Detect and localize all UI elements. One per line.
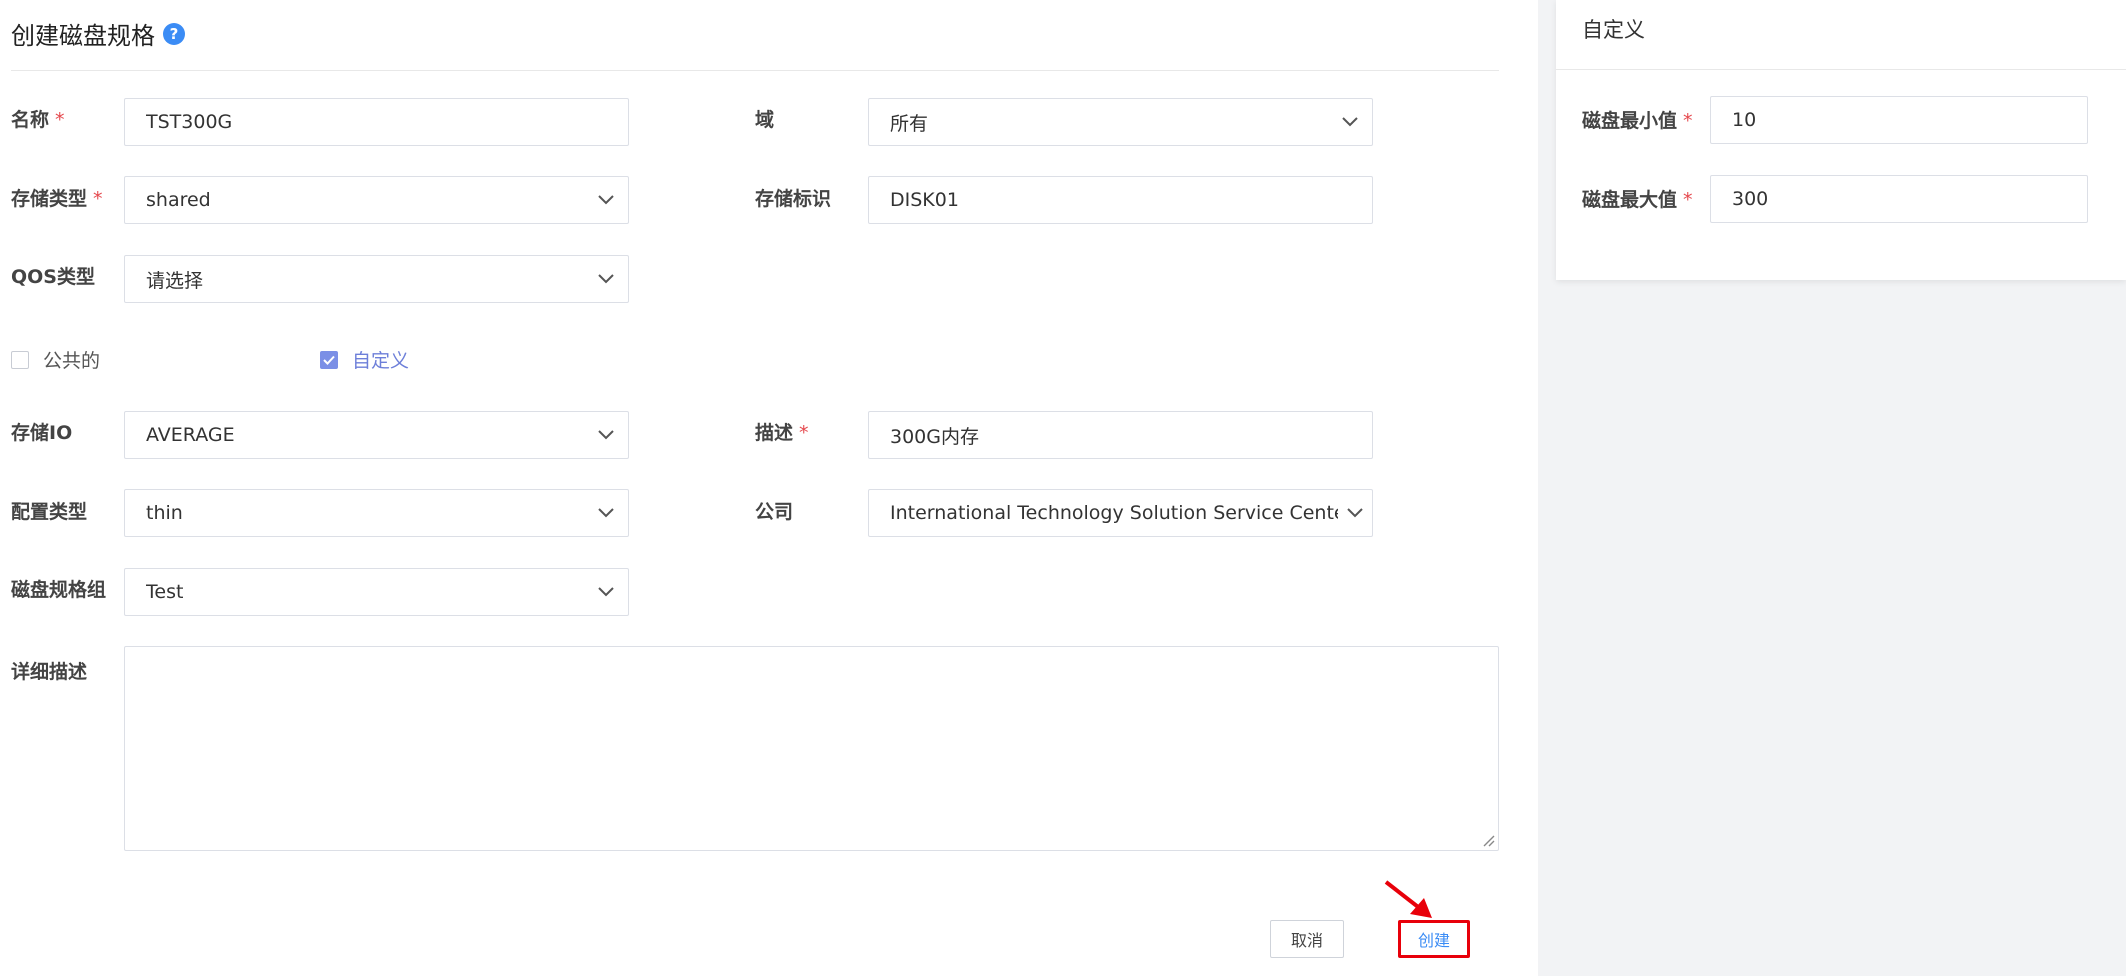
provision-type-label: 配置类型 — [11, 501, 88, 523]
required-mark: * — [1683, 110, 1693, 132]
storage-tag-input[interactable]: DISK01 — [868, 176, 1373, 224]
required-mark: * — [1683, 189, 1693, 211]
custom-panel-divider — [1556, 69, 2126, 70]
name-input[interactable]: TST300G — [124, 98, 629, 146]
public-checkbox[interactable]: 公共的 — [11, 346, 100, 373]
chevron-down-icon — [584, 412, 628, 458]
qos-type-label: QOS类型 — [11, 266, 95, 288]
disk-max-input[interactable]: 300 — [1710, 175, 2088, 223]
storage-type-label: 存储类型 * — [11, 188, 103, 210]
custom-panel-title: 自定义 — [1582, 18, 1645, 42]
required-mark: * — [55, 109, 65, 131]
create-disk-spec-form: 创建磁盘规格 ? 名称 * TST300G 域 所有 存储类型 * shared 存… — [0, 0, 1538, 976]
resize-grip-icon[interactable] — [1481, 833, 1495, 847]
chevron-down-icon — [1338, 490, 1372, 536]
provision-type-select[interactable]: thin — [124, 489, 629, 537]
chevron-down-icon — [584, 490, 628, 536]
company-label: 公司 — [755, 501, 794, 523]
checkbox-icon[interactable] — [11, 350, 29, 369]
company-select[interactable]: International Technology Solution Servic… — [868, 489, 1373, 537]
storage-io-label: 存储IO — [11, 422, 73, 444]
title-divider — [11, 70, 1499, 71]
detail-textarea[interactable] — [124, 646, 1499, 851]
help-icon[interactable]: ? — [163, 22, 185, 45]
required-mark: * — [93, 188, 103, 210]
disk-max-label: 磁盘最大值 * — [1582, 189, 1693, 211]
qos-type-select[interactable]: 请选择 — [124, 255, 629, 303]
detail-label: 详细描述 — [11, 661, 88, 683]
storage-io-select[interactable]: AVERAGE — [124, 411, 629, 459]
chevron-down-icon — [584, 256, 628, 302]
disk-spec-group-select[interactable]: Test — [124, 568, 629, 616]
checkbox-checked-icon[interactable] — [320, 350, 338, 369]
name-label: 名称 * — [11, 109, 65, 131]
custom-checkbox[interactable]: 自定义 — [320, 346, 409, 373]
disk-min-input[interactable]: 10 — [1710, 96, 2088, 144]
annotation-arrow-icon — [1384, 880, 1432, 918]
disk-spec-group-label: 磁盘规格组 — [11, 579, 107, 601]
custom-panel: 自定义 磁盘最小值 * 10 磁盘最大值 * 300 — [1556, 0, 2126, 280]
disk-min-label: 磁盘最小值 * — [1582, 110, 1693, 132]
page-title: 创建磁盘规格 ? — [11, 16, 185, 51]
chevron-down-icon — [1328, 99, 1372, 145]
page-title-text: 创建磁盘规格 — [11, 22, 155, 50]
chevron-down-icon — [584, 569, 628, 615]
chevron-down-icon — [584, 177, 628, 223]
domain-select[interactable]: 所有 — [868, 98, 1373, 146]
storage-type-select[interactable]: shared — [124, 176, 629, 224]
description-label: 描述 * — [755, 422, 809, 444]
description-input[interactable]: 300G内存 — [868, 411, 1373, 459]
create-button[interactable]: 创建 — [1398, 920, 1470, 958]
cancel-button[interactable]: 取消 — [1270, 920, 1344, 958]
required-mark: * — [799, 422, 809, 444]
storage-tag-label: 存储标识 — [755, 188, 832, 210]
domain-label: 域 — [755, 109, 775, 131]
